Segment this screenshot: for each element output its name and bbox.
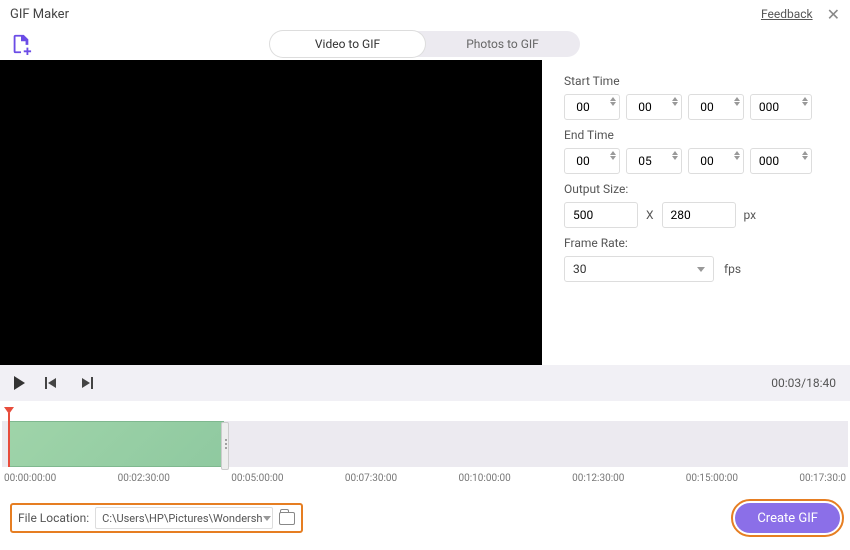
fps-unit: fps xyxy=(724,262,741,276)
chevron-down-icon xyxy=(697,267,705,272)
chevron-down-icon[interactable] xyxy=(802,156,808,160)
tab-photos-to-gif[interactable]: Photos to GIF xyxy=(425,31,580,57)
chevron-up-icon[interactable] xyxy=(672,97,678,101)
chevron-up-icon[interactable] xyxy=(734,151,740,155)
ruler-tick: 00:07:30:00 xyxy=(345,473,397,484)
close-icon[interactable]: ✕ xyxy=(827,5,840,24)
end-hours[interactable] xyxy=(564,148,620,174)
chevron-down-icon xyxy=(263,516,271,521)
start-minutes[interactable] xyxy=(626,94,682,120)
create-gif-button[interactable]: Create GIF xyxy=(735,503,840,533)
chevron-up-icon[interactable] xyxy=(802,97,808,101)
start-ms[interactable] xyxy=(750,94,812,120)
mode-tabs: Video to GIF Photos to GIF xyxy=(270,31,580,57)
chevron-down-icon[interactable] xyxy=(734,156,740,160)
end-minutes[interactable] xyxy=(626,148,682,174)
file-location-group: File Location: C:\Users\HP\Pictures\Wond… xyxy=(10,503,303,533)
chevron-down-icon[interactable] xyxy=(672,156,678,160)
output-height[interactable] xyxy=(662,202,736,228)
output-width[interactable] xyxy=(564,202,638,228)
chevron-down-icon[interactable] xyxy=(672,102,678,106)
frame-rate-label: Frame Rate: xyxy=(564,236,830,250)
frame-rate-select[interactable]: 30 xyxy=(564,256,714,282)
chevron-down-icon[interactable] xyxy=(802,102,808,106)
start-hours[interactable] xyxy=(564,94,620,120)
ruler-tick: 00:05:00:00 xyxy=(231,473,283,484)
size-unit: px xyxy=(744,208,757,222)
output-size-label: Output Size: xyxy=(564,182,830,196)
playback-time: 00:03/18:40 xyxy=(771,376,836,390)
chevron-up-icon[interactable] xyxy=(734,97,740,101)
start-time-label: Start Time xyxy=(564,74,830,88)
ruler-tick: 00:00:00:00 xyxy=(4,473,56,484)
chevron-down-icon[interactable] xyxy=(734,102,740,106)
add-media-icon[interactable] xyxy=(10,33,32,55)
end-seconds[interactable] xyxy=(688,148,744,174)
playhead[interactable] xyxy=(8,413,10,467)
chevron-up-icon[interactable] xyxy=(610,151,616,155)
file-location-path: C:\Users\HP\Pictures\Wondersh xyxy=(102,512,262,525)
play-icon[interactable] xyxy=(14,376,25,390)
frame-rate-value: 30 xyxy=(573,262,587,276)
ruler-tick: 00:02:30:00 xyxy=(118,473,170,484)
window-title: GIF Maker xyxy=(10,7,69,22)
chevron-down-icon[interactable] xyxy=(610,102,616,106)
next-frame-icon[interactable] xyxy=(79,376,93,390)
chevron-up-icon[interactable] xyxy=(610,97,616,101)
chevron-down-icon[interactable] xyxy=(610,156,616,160)
folder-icon[interactable] xyxy=(279,512,295,525)
ruler-tick: 00:17:30:0 xyxy=(799,473,846,484)
chevron-up-icon[interactable] xyxy=(802,151,808,155)
end-time-label: End Time xyxy=(564,128,830,142)
timeline-track[interactable] xyxy=(2,421,848,467)
timeline-ruler: 00:00:00:00 00:02:30:00 00:05:00:00 00:0… xyxy=(2,473,848,484)
timeline-clip[interactable] xyxy=(8,421,224,467)
clip-handle-icon[interactable] xyxy=(225,439,227,449)
timeline[interactable]: 00:00:00:00 00:02:30:00 00:05:00:00 00:0… xyxy=(0,401,850,493)
ruler-tick: 00:12:30:00 xyxy=(572,473,624,484)
file-location-label: File Location: xyxy=(18,511,89,525)
previous-frame-icon[interactable] xyxy=(45,376,59,390)
end-ms[interactable] xyxy=(750,148,812,174)
file-location-select[interactable]: C:\Users\HP\Pictures\Wondersh xyxy=(95,507,273,529)
video-preview xyxy=(0,60,542,365)
feedback-link[interactable]: Feedback xyxy=(761,7,813,21)
ruler-tick: 00:15:00:00 xyxy=(686,473,738,484)
chevron-up-icon[interactable] xyxy=(672,151,678,155)
start-seconds[interactable] xyxy=(688,94,744,120)
size-separator: X xyxy=(646,208,654,222)
tab-video-to-gif[interactable]: Video to GIF xyxy=(270,31,425,57)
ruler-tick: 00:10:00:00 xyxy=(459,473,511,484)
